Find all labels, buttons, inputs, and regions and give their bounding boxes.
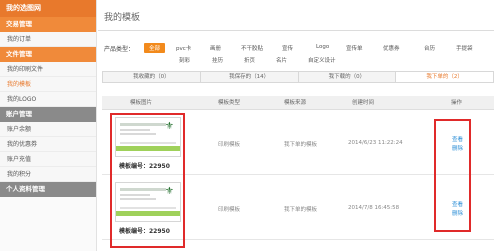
- sidebar-item-templates[interactable]: 我的模板: [0, 77, 96, 92]
- highlight-box-thumbnails: [110, 113, 185, 248]
- sidebar-header-files[interactable]: 文件管理: [0, 47, 96, 62]
- header-type: 模板类型: [218, 100, 241, 106]
- template-source: 我下单的模板: [284, 207, 318, 213]
- table-header: 模板图片 模板类型 模板来源 创建时间 操作: [102, 96, 494, 110]
- sidebar-header-trade[interactable]: 交易管理: [0, 17, 96, 32]
- template-type: 印刷模板: [218, 207, 241, 213]
- header-time: 创建时间: [352, 100, 375, 106]
- sidebar-header-profile[interactable]: 个人资料管理: [0, 182, 96, 197]
- sidebar-title[interactable]: 我的选图网: [0, 0, 96, 17]
- filter-option-sticker[interactable]: 不干胶贴: [241, 44, 263, 52]
- sidebar-item-print-files[interactable]: 我的印刷文件: [0, 62, 96, 77]
- filter-option-handbag[interactable]: 手提袋: [456, 44, 473, 52]
- filter-option-poster[interactable]: 宣传: [282, 44, 293, 52]
- sidebar-item-balance[interactable]: 账户余额: [0, 122, 96, 137]
- filter-option-engrave[interactable]: 刻彩: [179, 56, 190, 64]
- sidebar-item-recharge[interactable]: 账户充值: [0, 152, 96, 167]
- filter-option-coupon[interactable]: 优惠券: [383, 44, 400, 52]
- created-time: 2014/6/23 11:22:24: [348, 140, 403, 146]
- template-type: 印刷模板: [218, 142, 241, 148]
- sidebar-item-logo[interactable]: 我的LOGO: [0, 92, 96, 107]
- tab-ordered[interactable]: 我下单的（2）: [396, 72, 493, 82]
- tab-saved[interactable]: 我保存的（14）: [201, 72, 299, 82]
- filter-option-flyer[interactable]: 宣传单: [346, 44, 363, 52]
- tab-downloaded[interactable]: 我下载的（0）: [299, 72, 397, 82]
- filter-option-custom-design[interactable]: 自定义设计: [308, 56, 336, 64]
- tab-favorites[interactable]: 我收藏的（0）: [103, 72, 201, 82]
- filter-option-foldout[interactable]: 折页: [244, 56, 255, 64]
- filter-option-logo[interactable]: Logo: [316, 44, 329, 50]
- main-content: 我的模板 产品类型： 全部 pvc卡 画册 不干胶贴 宣传 Logo 宣传单 优…: [98, 0, 500, 251]
- header-actions: 操作: [451, 100, 463, 106]
- tab-bar: 我收藏的（0） 我保存的（14） 我下载的（0） 我下单的（2）: [102, 71, 494, 83]
- header-source: 模板来源: [284, 100, 307, 106]
- sidebar-item-orders[interactable]: 我的订单: [0, 32, 96, 47]
- sidebar-item-coupons[interactable]: 我的优惠券: [0, 137, 96, 152]
- page-title: 我的模板: [104, 13, 141, 23]
- filter-option-pvc[interactable]: pvc卡: [176, 44, 191, 52]
- highlight-box-actions: [434, 119, 471, 232]
- created-time: 2014/7/8 16:45:58: [348, 205, 400, 211]
- filter-option-desk-calendar[interactable]: 台历: [424, 44, 435, 52]
- sidebar: 我的选图网 交易管理 我的订单 文件管理 我的印刷文件 我的模板 我的LOGO …: [0, 0, 97, 251]
- sidebar-header-account[interactable]: 账户管理: [0, 107, 96, 122]
- title-divider: [98, 30, 494, 31]
- filter-option-wall-calendar[interactable]: 挂历: [212, 56, 223, 64]
- sidebar-item-points[interactable]: 我的积分: [0, 167, 96, 182]
- template-source: 我下单的模板: [284, 142, 318, 148]
- filter-label: 产品类型：: [104, 46, 135, 53]
- filter-option-all[interactable]: 全部: [144, 43, 166, 53]
- filter-option-brochure[interactable]: 画册: [210, 44, 221, 52]
- header-image: 模板图片: [130, 100, 153, 106]
- filter-option-business-card[interactable]: 名片: [276, 56, 287, 64]
